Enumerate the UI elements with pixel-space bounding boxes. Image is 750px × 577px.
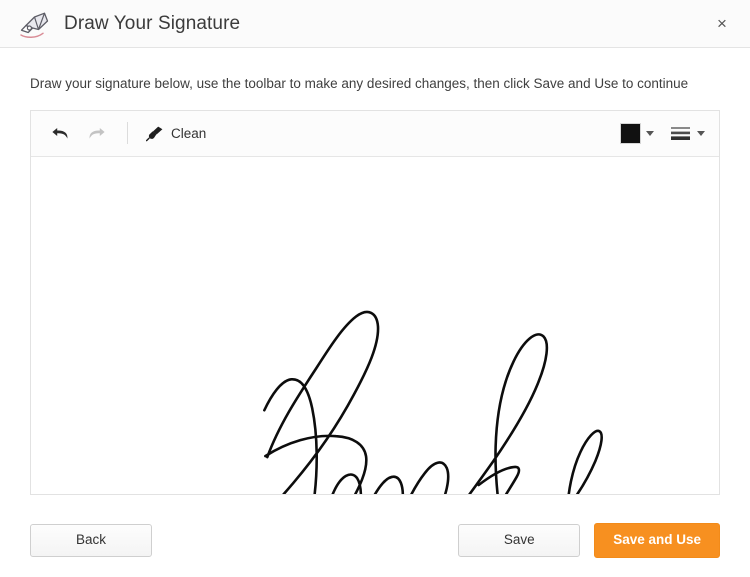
save-and-use-button[interactable]: Save and Use [594, 522, 720, 558]
footer-actions: Save Save and Use [458, 522, 720, 558]
clean-label: Clean [171, 125, 207, 141]
signature-pad: Clean [30, 109, 720, 495]
signature-drawing-canvas[interactable] [31, 156, 719, 494]
toolbar-left-group: Clean [43, 117, 210, 149]
signature-stroke-path [263, 310, 603, 494]
chevron-down-icon [697, 130, 705, 136]
color-swatch-icon [620, 122, 641, 144]
save-button[interactable]: Save [458, 523, 581, 557]
page-title: Draw Your Signature [64, 12, 241, 34]
signature-toolbar: Clean [31, 110, 719, 157]
undo-button[interactable] [43, 117, 77, 149]
close-icon[interactable]: × [708, 10, 736, 38]
line-thickness-icon [671, 127, 690, 141]
dialog-footer: Back Save Save and Use [0, 503, 750, 577]
color-picker-button[interactable] [620, 122, 654, 144]
paintbrush-icon [146, 126, 163, 141]
line-thickness-button[interactable] [670, 124, 705, 142]
redo-arrow-icon [89, 127, 105, 139]
clean-button[interactable]: Clean [142, 121, 210, 146]
dialog-header: Draw Your Signature × [0, 0, 750, 48]
pen-nib-signature-icon [20, 12, 49, 38]
chevron-down-icon [646, 130, 654, 136]
toolbar-divider [127, 122, 128, 145]
draw-signature-dialog: Draw Your Signature × Draw your signatur… [0, 0, 750, 577]
dialog-body: Draw your signature below, use the toolb… [0, 48, 750, 503]
undo-arrow-icon [51, 127, 67, 139]
instructions-text: Draw your signature below, use the toolb… [30, 76, 689, 91]
toolbar-right-group [620, 122, 705, 144]
redo-button[interactable] [79, 117, 113, 149]
back-button[interactable]: Back [30, 523, 152, 557]
